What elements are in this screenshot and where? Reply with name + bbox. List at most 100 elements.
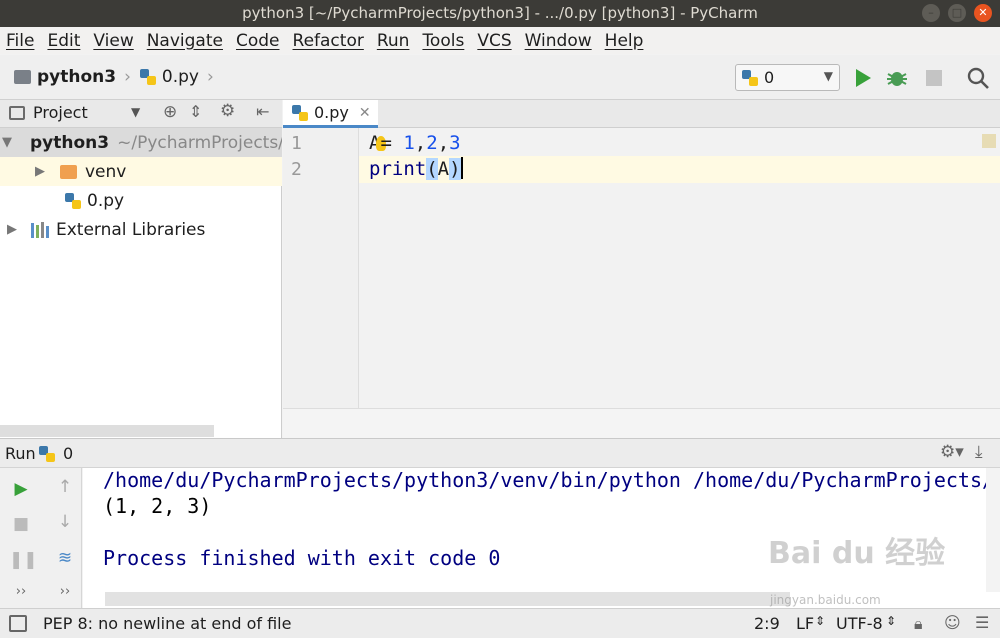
status-message[interactable]: PEP 8: no newline at end of file (43, 614, 291, 633)
chevron-down-icon[interactable]: ▼ (131, 105, 140, 119)
gear-icon[interactable]: ⚙▾ (940, 442, 964, 462)
code-token: ) (449, 158, 461, 180)
close-tab-icon[interactable]: ✕ (359, 105, 371, 121)
status-bar: PEP 8: no newline at end of file 2:9 LF … (0, 608, 1000, 638)
run-tab-config[interactable]: 0 (63, 444, 73, 463)
debug-icon[interactable] (885, 66, 909, 90)
chevron-updown-icon: ⇕ (815, 614, 826, 628)
run-icon[interactable] (851, 66, 875, 90)
soft-wrap-icon[interactable]: ≋ (53, 546, 77, 570)
locate-file-icon[interactable]: ⊕ (163, 102, 177, 122)
menu-edit[interactable]: Edit (47, 31, 80, 51)
code-editor[interactable]: A= 1,2,3 print(A) (359, 128, 1000, 408)
chevron-down-icon: ▼ (823, 69, 833, 83)
tree-expanded-icon[interactable]: ▼ (2, 135, 12, 150)
horizontal-scrollbar[interactable] (105, 592, 790, 606)
window-title: python3 [~/PycharmProjects/python3] - ..… (242, 4, 758, 22)
cursor-position[interactable]: 2:9 (754, 614, 780, 633)
menu-help[interactable]: Help (605, 31, 644, 51)
tab-label: 0.py (314, 103, 349, 122)
tree-item-venv[interactable]: ▶ venv (0, 157, 282, 186)
tree-collapsed-icon[interactable]: ▶ (2, 222, 22, 237)
stop-icon[interactable]: ■ (9, 512, 33, 536)
event-log-icon[interactable]: ☰ (975, 613, 989, 632)
code-token: 3 (449, 132, 461, 154)
menu-bar: File Edit View Navigate Code Refactor Ru… (0, 27, 1000, 54)
python-file-icon (65, 192, 81, 209)
menu-refactor[interactable]: Refactor (293, 31, 364, 51)
tree-item-python3[interactable]: ▼ python3 ~/PycharmProjects/python3 (0, 128, 282, 157)
tree-item-label: External Libraries (56, 219, 206, 240)
gear-icon[interactable]: ⚙ (220, 101, 235, 121)
run-toolbar: ▶ ↑ ■ ↓ ❚❚ ≋ ›› ›› (0, 468, 82, 608)
inspector-icon[interactable]: ☺ (944, 613, 961, 632)
horizontal-scrollbar[interactable] (0, 425, 214, 437)
libraries-icon (31, 221, 49, 238)
watermark: Bai du 经验 (768, 536, 946, 571)
run-config-selector[interactable]: 0 ▼ (735, 64, 840, 91)
vertical-scrollbar[interactable] (986, 468, 1000, 592)
console-line: (1, 2, 3) (103, 494, 212, 518)
menu-view[interactable]: View (93, 31, 133, 51)
folder-icon (60, 164, 77, 179)
file-encoding[interactable]: UTF-8 (836, 614, 883, 633)
code-line[interactable]: print(A) (369, 156, 463, 183)
minimize-button[interactable]: – (922, 4, 940, 22)
stop-icon[interactable] (922, 66, 946, 90)
tree-item-label: venv (85, 161, 127, 182)
tree-item-label: python3 (30, 132, 110, 153)
tree-item-label: 0.py (87, 190, 125, 211)
chevron-right-icon: › (206, 67, 214, 87)
python-file-icon (292, 104, 308, 121)
window-title-bar: python3 [~/PycharmProjects/python3] - ..… (0, 0, 1000, 27)
hide-panel-icon[interactable]: ⇤ (256, 102, 269, 121)
breadcrumb-file[interactable]: 0.py (162, 67, 199, 87)
code-token: 1 (403, 132, 415, 154)
rerun-icon[interactable]: ▶ (9, 477, 33, 501)
chevron-updown-icon: ⇕ (886, 614, 897, 628)
menu-tools[interactable]: Tools (422, 31, 464, 51)
menu-file[interactable]: File (6, 31, 34, 51)
line-number: 1 (291, 133, 302, 154)
line-separator[interactable]: LF (796, 614, 814, 633)
tree-collapsed-icon[interactable]: ▶ (30, 164, 50, 179)
lock-icon[interactable]: 🔒︎ (914, 614, 923, 634)
tab-0py[interactable]: 0.py ✕ (283, 100, 378, 128)
code-line[interactable]: A= 1,2,3 (369, 130, 461, 157)
menu-run[interactable]: Run (377, 31, 410, 51)
project-panel-title[interactable]: Project (33, 103, 88, 122)
run-config-label: 0 (764, 68, 775, 87)
breadcrumb-project[interactable]: python3 (37, 67, 116, 87)
more-icon[interactable]: ›› (53, 580, 77, 604)
folder-icon (14, 70, 31, 84)
maximize-button[interactable]: □ (948, 4, 966, 22)
more-icon[interactable]: ›› (9, 580, 33, 604)
tree-item-path: ~/PycharmProjects/python3 (117, 132, 282, 153)
search-icon[interactable] (966, 66, 990, 90)
project-view-icon (9, 106, 25, 120)
menu-vcs[interactable]: VCS (477, 31, 511, 51)
project-panel-header: Project ▼ ⊕ ⇕ ⚙ ⇤ (0, 100, 282, 128)
code-token: = (380, 132, 404, 154)
inspection-marker[interactable] (982, 134, 996, 148)
collapse-all-icon[interactable]: ⇕ (189, 102, 202, 121)
scroll-down-icon[interactable]: ↓ (53, 510, 77, 534)
chevron-right-icon: › (124, 67, 131, 87)
code-token: 2 (426, 132, 438, 154)
tree-item-external-libraries[interactable]: ▶ External Libraries (0, 215, 282, 244)
hide-panel-icon[interactable]: ⤓ (975, 442, 983, 462)
menu-window[interactable]: Window (525, 31, 592, 51)
python-file-icon (742, 69, 758, 86)
breadcrumb: python3 › 0.py › (14, 67, 222, 87)
scroll-up-icon[interactable]: ↑ (53, 475, 77, 499)
menu-code[interactable]: Code (236, 31, 280, 51)
watermark-url: jingyan.baidu.com (770, 593, 881, 607)
code-token: , (414, 132, 427, 154)
tree-item-0py[interactable]: 0.py (0, 186, 282, 215)
menu-navigate[interactable]: Navigate (147, 31, 223, 51)
close-button[interactable]: ✕ (974, 4, 992, 22)
line-number: 2 (291, 159, 302, 180)
tool-windows-icon[interactable] (9, 615, 27, 632)
pause-icon[interactable]: ❚❚ (9, 548, 38, 572)
line-number-gutter: 1 2 (283, 128, 359, 408)
